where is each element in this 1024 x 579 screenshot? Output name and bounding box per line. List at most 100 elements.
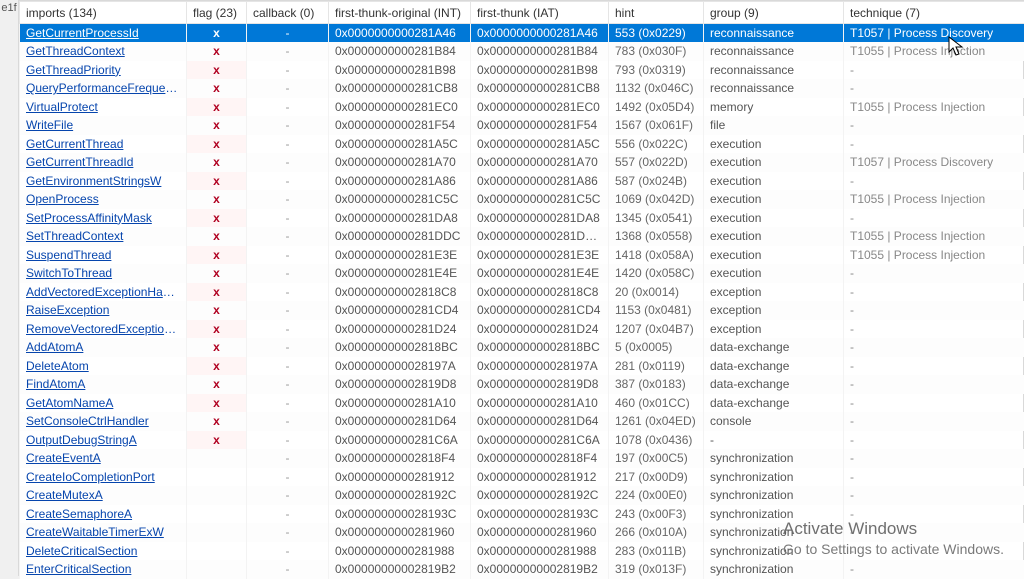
table-row[interactable]: DeleteAtomx-0x000000000028197A0x00000000… (20, 357, 1024, 376)
cell-hint: 281 (0x0119) (609, 357, 704, 376)
cell-iat: 0x0000000000281CB8 (471, 79, 609, 98)
import-link[interactable]: SetThreadContext (26, 229, 123, 243)
cell-imports[interactable]: AddVectoredExceptionHandler (20, 283, 187, 302)
cell-imports[interactable]: AddAtomA (20, 338, 187, 357)
cell-imports[interactable]: OpenProcess (20, 190, 187, 209)
table-row[interactable]: OutputDebugStringAx-0x0000000000281C6A0x… (20, 431, 1024, 450)
import-link[interactable]: CreateMutexA (26, 488, 103, 502)
table-row[interactable]: SetProcessAffinityMaskx-0x0000000000281D… (20, 209, 1024, 228)
import-link[interactable]: OpenProcess (26, 192, 99, 206)
cell-imports[interactable]: SetConsoleCtrlHandler (20, 412, 187, 431)
import-link[interactable]: CreateWaitableTimerExW (26, 525, 164, 539)
import-link[interactable]: DeleteCriticalSection (26, 544, 137, 558)
import-link[interactable]: GetAtomNameA (26, 396, 113, 410)
table-row[interactable]: GetThreadPriorityx-0x0000000000281B980x0… (20, 61, 1024, 80)
cell-imports[interactable]: CreateMutexA (20, 486, 187, 505)
table-row[interactable]: FindAtomAx-0x00000000002819D80x000000000… (20, 375, 1024, 394)
import-link[interactable]: SwitchToThread (26, 266, 112, 280)
cell-imports[interactable]: SetThreadContext (20, 227, 187, 246)
column-header-technique[interactable]: technique (7) (844, 2, 1024, 24)
table-row[interactable]: CreateIoCompletionPort-0x000000000028191… (20, 468, 1024, 487)
import-link[interactable]: GetCurrentThreadId (26, 155, 133, 169)
cell-imports[interactable]: FindAtomA (20, 375, 187, 394)
table-row[interactable]: WriteFilex-0x0000000000281F540x000000000… (20, 116, 1024, 135)
table-row[interactable]: SuspendThreadx-0x0000000000281E3E0x00000… (20, 246, 1024, 265)
cell-imports[interactable]: QueryPerformanceFrequency (20, 79, 187, 98)
table-row[interactable]: GetThreadContextx-0x0000000000281B840x00… (20, 42, 1024, 61)
cell-imports[interactable]: SetProcessAffinityMask (20, 209, 187, 228)
import-link[interactable]: SetProcessAffinityMask (26, 211, 152, 225)
cell-imports[interactable]: DeleteAtom (20, 357, 187, 376)
cell-imports[interactable]: GetCurrentProcessId (20, 24, 187, 43)
table-row[interactable]: GetAtomNameAx-0x0000000000281A100x000000… (20, 394, 1024, 413)
cell-imports[interactable]: GetThreadPriority (20, 61, 187, 80)
cell-imports[interactable]: CreateIoCompletionPort (20, 468, 187, 487)
table-row[interactable]: SetThreadContextx-0x0000000000281DDC0x00… (20, 227, 1024, 246)
table-row[interactable]: AddVectoredExceptionHandlerx-0x000000000… (20, 283, 1024, 302)
cell-flag: x (187, 301, 247, 320)
import-link[interactable]: FindAtomA (26, 377, 85, 391)
table-row[interactable]: SetConsoleCtrlHandlerx-0x0000000000281D6… (20, 412, 1024, 431)
import-link[interactable]: SetConsoleCtrlHandler (26, 414, 149, 428)
cell-imports[interactable]: CreateSemaphoreA (20, 505, 187, 524)
cell-imports[interactable]: RemoveVectoredExceptionH... (20, 320, 187, 339)
table-row[interactable]: RaiseExceptionx-0x0000000000281CD40x0000… (20, 301, 1024, 320)
table-row[interactable]: SwitchToThreadx-0x0000000000281E4E0x0000… (20, 264, 1024, 283)
cell-imports[interactable]: GetCurrentThreadId (20, 153, 187, 172)
import-link[interactable]: OutputDebugStringA (26, 433, 137, 447)
table-row[interactable]: GetCurrentThreadx-0x0000000000281A5C0x00… (20, 135, 1024, 154)
cell-imports[interactable]: GetThreadContext (20, 42, 187, 61)
import-link[interactable]: WriteFile (26, 118, 73, 132)
table-row[interactable]: RemoveVectoredExceptionH...x-0x000000000… (20, 320, 1024, 339)
import-link[interactable]: RemoveVectoredExceptionH... (26, 322, 187, 336)
column-header-group[interactable]: group (9) (704, 2, 844, 24)
column-header-imports[interactable]: imports (134) (20, 2, 187, 24)
import-link[interactable]: EnterCriticalSection (26, 562, 131, 576)
table-row[interactable]: VirtualProtectx-0x0000000000281EC00x0000… (20, 98, 1024, 117)
import-link[interactable]: CreateEventA (26, 451, 101, 465)
import-link[interactable]: RaiseException (26, 303, 109, 317)
column-header-int[interactable]: first-thunk-original (INT) (329, 2, 471, 24)
import-link[interactable]: VirtualProtect (26, 100, 98, 114)
import-link[interactable]: CreateIoCompletionPort (26, 470, 155, 484)
cell-imports[interactable]: DeleteCriticalSection (20, 542, 187, 561)
cell-imports[interactable]: OutputDebugStringA (20, 431, 187, 450)
table-row[interactable]: CreateEventA-0x00000000002818F40x0000000… (20, 449, 1024, 468)
cell-imports[interactable]: GetEnvironmentStringsW (20, 172, 187, 191)
import-link[interactable]: AddVectoredExceptionHandler (26, 285, 187, 299)
cell-imports[interactable]: WriteFile (20, 116, 187, 135)
import-link[interactable]: CreateSemaphoreA (26, 507, 132, 521)
import-link[interactable]: SuspendThread (26, 248, 111, 262)
import-link[interactable]: GetThreadContext (26, 44, 125, 58)
table-row[interactable]: GetEnvironmentStringsWx-0x0000000000281A… (20, 172, 1024, 191)
cell-imports[interactable]: GetAtomNameA (20, 394, 187, 413)
cell-imports[interactable]: SwitchToThread (20, 264, 187, 283)
table-row[interactable]: QueryPerformanceFrequencyx-0x00000000002… (20, 79, 1024, 98)
cell-imports[interactable]: VirtualProtect (20, 98, 187, 117)
import-link[interactable]: GetThreadPriority (26, 63, 121, 77)
column-header-callback[interactable]: callback (0) (247, 2, 329, 24)
table-row[interactable]: AddAtomAx-0x00000000002818BC0x0000000000… (20, 338, 1024, 357)
column-header-flag[interactable]: flag (23) (187, 2, 247, 24)
import-link[interactable]: DeleteAtom (26, 359, 89, 373)
cell-imports[interactable]: CreateEventA (20, 449, 187, 468)
cell-int: 0x0000000000281E4E (329, 264, 471, 283)
table-row[interactable]: DeleteCriticalSection-0x0000000000281988… (20, 542, 1024, 561)
column-header-hint[interactable]: hint (609, 2, 704, 24)
import-link[interactable]: GetEnvironmentStringsW (26, 174, 161, 188)
table-row[interactable]: GetCurrentProcessIdx-0x0000000000281A460… (20, 24, 1024, 43)
table-row[interactable]: GetCurrentThreadIdx-0x0000000000281A700x… (20, 153, 1024, 172)
cell-imports[interactable]: SuspendThread (20, 246, 187, 265)
cell-imports[interactable]: CreateWaitableTimerExW (20, 523, 187, 542)
table-row[interactable]: OpenProcessx-0x0000000000281C5C0x0000000… (20, 190, 1024, 209)
table-row[interactable]: CreateMutexA-0x000000000028192C0x0000000… (20, 486, 1024, 505)
table-row[interactable]: CreateWaitableTimerExW-0x000000000028196… (20, 523, 1024, 542)
cell-imports[interactable]: RaiseException (20, 301, 187, 320)
import-link[interactable]: GetCurrentThread (26, 137, 123, 151)
import-link[interactable]: QueryPerformanceFrequency (26, 81, 184, 95)
import-link[interactable]: AddAtomA (26, 340, 83, 354)
table-row[interactable]: CreateSemaphoreA-0x000000000028193C0x000… (20, 505, 1024, 524)
import-link[interactable]: GetCurrentProcessId (26, 26, 139, 40)
column-header-iat[interactable]: first-thunk (IAT) (471, 2, 609, 24)
cell-imports[interactable]: GetCurrentThread (20, 135, 187, 154)
